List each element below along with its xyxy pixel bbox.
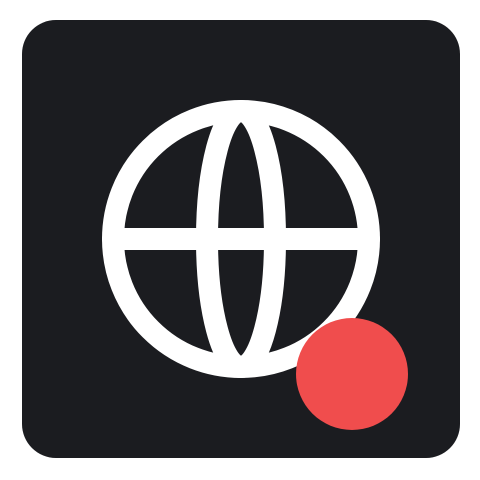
app-icon-tile[interactable] xyxy=(22,20,460,458)
notification-dot xyxy=(296,318,408,430)
